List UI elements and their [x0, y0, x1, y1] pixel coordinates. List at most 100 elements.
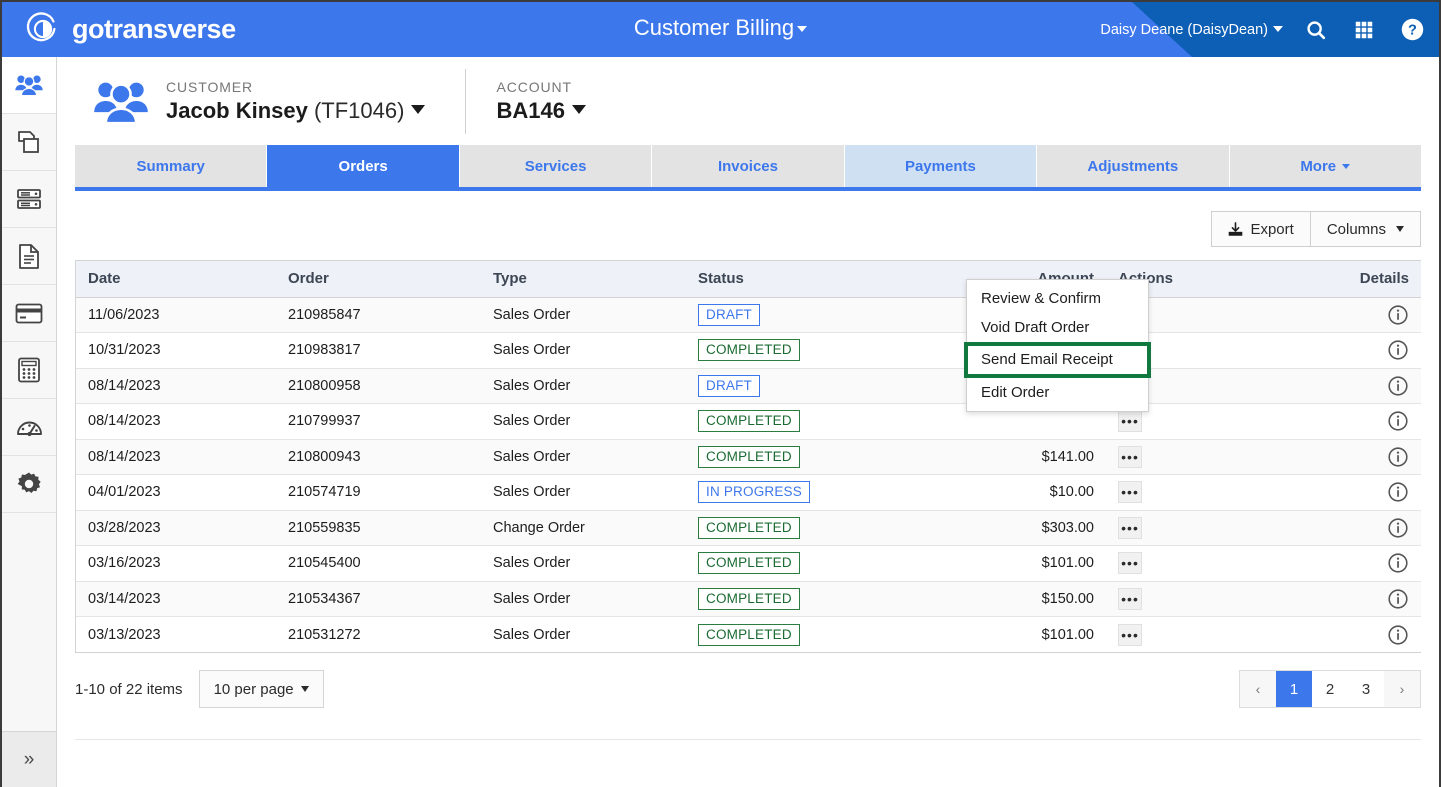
calculator-icon	[18, 357, 40, 383]
row-actions-kebab-button[interactable]: •••	[1118, 481, 1142, 504]
pagination-next[interactable]: ›	[1384, 671, 1420, 707]
cell-status: COMPLETED	[686, 581, 956, 617]
details-info-icon[interactable]	[1387, 446, 1409, 468]
sidebar-item-customers[interactable]	[2, 57, 56, 114]
row-actions-kebab-button[interactable]: •••	[1118, 516, 1142, 539]
help-icon[interactable]: ?	[1397, 15, 1427, 45]
pagination-page-2[interactable]: 2	[1312, 671, 1348, 707]
row-actions-kebab-button[interactable]: •••	[1118, 623, 1142, 646]
tab-invoices[interactable]: Invoices	[652, 145, 845, 187]
cell-order: 210799937	[276, 403, 481, 440]
pagination-controls: ‹ 1 2 3 ›	[1239, 670, 1421, 708]
cell-order: 210983817	[276, 332, 481, 369]
customer-avatar-people-icon	[94, 82, 148, 125]
column-header-details: Details	[1306, 261, 1421, 298]
tab-more[interactable]: More	[1229, 145, 1421, 187]
details-info-icon[interactable]	[1387, 624, 1409, 646]
cell-status: COMPLETED	[686, 439, 956, 475]
search-icon[interactable]	[1301, 15, 1331, 45]
table-row[interactable]: 11/06/2023210985847Sales OrderDRAFT$130.…	[76, 297, 1421, 333]
row-actions-kebab-button[interactable]: •••	[1118, 445, 1142, 468]
column-header-order[interactable]: Order	[276, 261, 481, 298]
cell-amount: $150.00	[956, 581, 1106, 617]
details-info-icon[interactable]	[1387, 552, 1409, 574]
customer-block[interactable]: CUSTOMER Jacob Kinsey (TF1046)	[92, 77, 426, 125]
tab-services[interactable]: Services	[459, 145, 653, 187]
account-number: BA146	[496, 97, 565, 123]
details-info-icon[interactable]	[1387, 517, 1409, 539]
apps-grid-icon[interactable]	[1349, 15, 1379, 45]
details-info-icon[interactable]	[1387, 588, 1409, 610]
column-header-date[interactable]: Date	[76, 261, 276, 298]
details-info-icon[interactable]	[1387, 339, 1409, 361]
details-info-icon[interactable]	[1387, 375, 1409, 397]
menu-item-edit-order[interactable]: Edit Order	[967, 378, 1148, 407]
table-row[interactable]: 08/14/2023210800958Sales OrderDRAFT•••	[76, 368, 1421, 404]
column-header-type[interactable]: Type	[481, 261, 686, 298]
cell-details	[1306, 616, 1421, 652]
table-row[interactable]: 08/14/2023 210799937 Sales Order COMPLETED •…	[76, 403, 1421, 440]
table-row[interactable]: 03/28/2023 210559835 Change Order COMPLETED…	[76, 510, 1421, 546]
columns-button[interactable]: Columns	[1310, 211, 1421, 247]
export-button[interactable]: Export	[1211, 211, 1311, 247]
cell-order: 210800943	[276, 439, 481, 475]
table-row[interactable]: 10/31/2023210983817Sales OrderCOMPLETED•…	[76, 332, 1421, 369]
sidebar-item-reports[interactable]	[2, 399, 56, 456]
sidebar-item-products[interactable]	[2, 114, 56, 171]
header-right-controls: Daisy Deane (DaisyDean) ?	[1100, 2, 1427, 57]
table-row[interactable]: 03/14/2023 210534367 Sales Order COMPLETED $…	[76, 581, 1421, 617]
account-value[interactable]: BA146	[496, 97, 586, 124]
pagination-prev[interactable]: ‹	[1240, 671, 1276, 707]
chevron-down-icon	[300, 686, 309, 692]
menu-item-send-email-receipt[interactable]: Send Email Receipt	[964, 342, 1151, 378]
tab-adjustments[interactable]: Adjustments	[1037, 145, 1230, 187]
people-icon	[15, 75, 43, 97]
sidebar-item-payments[interactable]	[2, 285, 56, 342]
user-name-label: Daisy Deane (DaisyDean)	[1100, 21, 1268, 38]
tab-label: Services	[524, 157, 587, 175]
credit-card-icon	[15, 303, 43, 323]
status-badge: COMPLETED	[698, 623, 800, 646]
user-menu[interactable]: Daisy Deane (DaisyDean)	[1100, 22, 1283, 38]
cell-type: Sales Order	[481, 332, 686, 369]
details-info-icon[interactable]	[1387, 410, 1409, 432]
cell-date: 08/14/2023	[76, 403, 276, 440]
cell-date: 03/13/2023	[76, 616, 276, 652]
column-header-status[interactable]: Status	[686, 261, 956, 298]
account-block[interactable]: ACCOUNT BA146	[496, 79, 586, 124]
menu-item-review-confirm[interactable]: Review & Confirm	[967, 284, 1148, 313]
details-info-icon[interactable]	[1387, 304, 1409, 326]
cell-order: 210800958	[276, 368, 481, 404]
copy-pages-icon	[18, 131, 39, 153]
context-divider	[465, 68, 467, 134]
details-info-icon[interactable]	[1387, 481, 1409, 503]
sidebar-item-documents[interactable]	[2, 228, 56, 285]
table-row[interactable]: 04/01/2023 210574719 Sales Order IN PROGRES…	[76, 474, 1421, 511]
table-row[interactable]: 08/14/2023 210800943 Sales Order COMPLETED $…	[76, 439, 1421, 475]
status-badge: COMPLETED	[698, 410, 800, 433]
sidebar-item-settings[interactable]	[2, 456, 56, 513]
tab-summary[interactable]: Summary	[75, 145, 268, 187]
customer-value[interactable]: Jacob Kinsey (TF1046)	[166, 98, 426, 124]
table-body: 11/06/2023210985847Sales OrderDRAFT$130.…	[76, 297, 1421, 652]
table-row[interactable]: 03/16/2023 210545400 Sales Order COMPLETED $…	[76, 545, 1421, 582]
pagination-page-1[interactable]: 1	[1276, 671, 1312, 707]
tab-orders[interactable]: Orders	[267, 145, 460, 187]
cell-details	[1306, 510, 1421, 546]
sidebar-item-servers[interactable]	[2, 171, 56, 228]
page-size-selector[interactable]: 10 per page	[198, 670, 324, 708]
menu-item-void-draft-order[interactable]: Void Draft Order	[967, 313, 1148, 342]
row-actions-kebab-button[interactable]: •••	[1118, 552, 1142, 575]
table-row[interactable]: 03/13/2023 210531272 Sales Order COMPLETED $…	[76, 616, 1421, 652]
cell-type: Sales Order	[481, 616, 686, 652]
cell-details	[1306, 474, 1421, 511]
cell-actions: •••	[1106, 474, 1306, 511]
tab-payments[interactable]: Payments	[844, 145, 1038, 187]
row-actions-kebab-button[interactable]: •••	[1118, 587, 1142, 610]
pagination-page-3[interactable]: 3	[1348, 671, 1384, 707]
row-actions-kebab-button[interactable]: •••	[1118, 410, 1142, 433]
sidebar-expand-button[interactable]: »	[2, 731, 56, 787]
tab-label: Summary	[136, 157, 205, 175]
cell-type: Sales Order	[481, 545, 686, 582]
sidebar-item-calculations[interactable]	[2, 342, 56, 399]
